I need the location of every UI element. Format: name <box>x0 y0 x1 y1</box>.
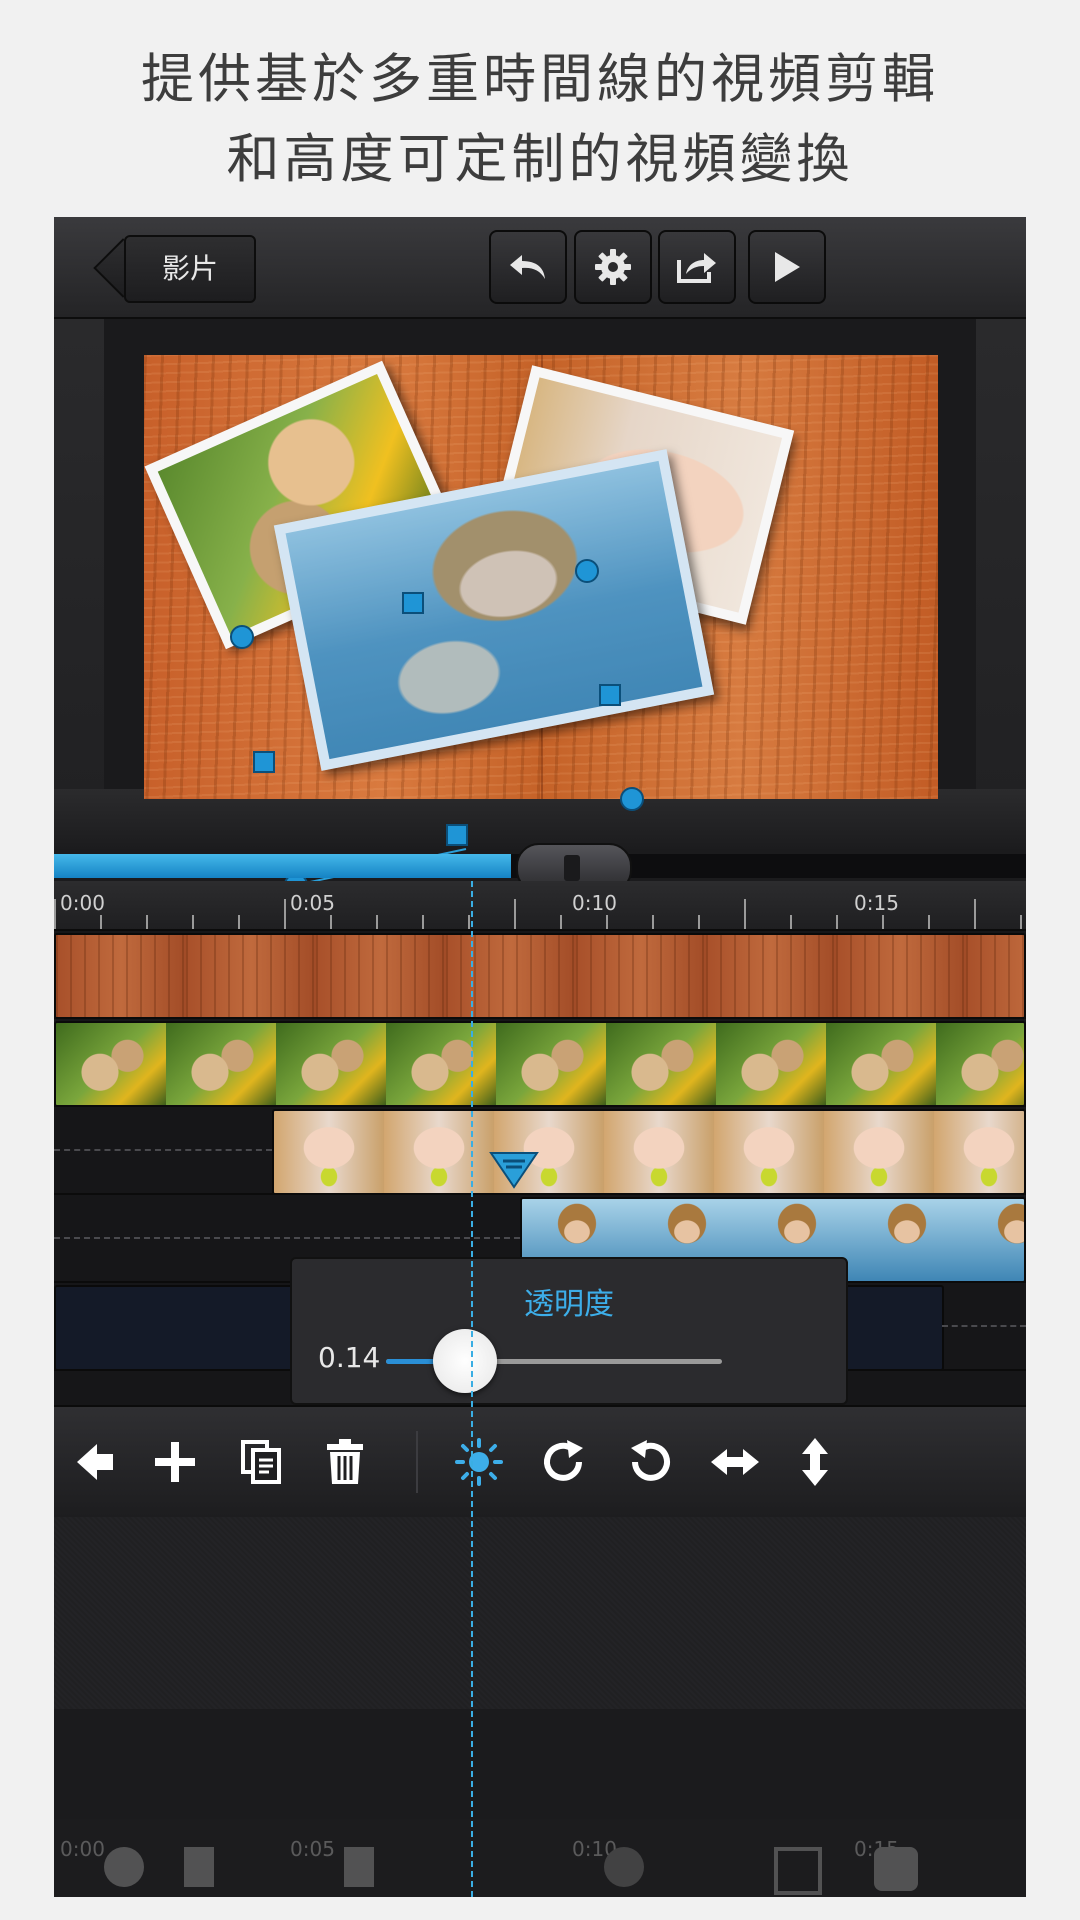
handle-top-left[interactable] <box>230 625 254 649</box>
handle-left-mid[interactable] <box>253 751 275 773</box>
track-2[interactable] <box>54 1017 1026 1107</box>
clip-thumbnail <box>166 1023 278 1105</box>
clip-thumbnail <box>962 1199 1024 1281</box>
rotate-left-button[interactable] <box>614 1427 684 1497</box>
rotate-left-icon <box>631 1440 670 1481</box>
back-arrow-icon <box>77 1444 113 1480</box>
opacity-value: 0.14 <box>318 1341 381 1374</box>
clip-thumbnail <box>934 1111 1024 1193</box>
handle-top-mid[interactable] <box>402 592 424 614</box>
brightness-tool-button[interactable] <box>444 1427 514 1497</box>
ruler-tick <box>146 915 148 929</box>
handle-bottom-mid[interactable] <box>446 824 468 846</box>
duplicate-button[interactable] <box>226 1427 296 1497</box>
flip-horizontal-button[interactable] <box>700 1427 770 1497</box>
add-clip-button[interactable] <box>140 1427 210 1497</box>
ruler-tick <box>744 899 746 929</box>
ghost-ruler-strip: 0:00 0:05 0:10 0:15 <box>54 1819 1026 1897</box>
clip-thumbnail <box>186 935 318 1017</box>
ruler-label: 0:05 <box>290 891 335 915</box>
ruler-tick <box>606 915 608 929</box>
clip-thumbnail <box>386 1023 498 1105</box>
promo-caption: 提供基於多重時間線的視頻剪輯 和高度可定制的視頻變換 <box>0 40 1080 200</box>
selection-overlay <box>230 559 644 897</box>
clip-thumbnail <box>824 1111 936 1193</box>
handle-right-mid[interactable] <box>599 684 621 706</box>
handle-bottom-right[interactable] <box>620 787 644 811</box>
edit-toolbar <box>54 1405 1026 1517</box>
ruler-tick <box>928 915 930 929</box>
ruler-tick <box>284 899 286 929</box>
brightness-icon <box>455 1438 503 1486</box>
track-background[interactable] <box>54 929 1026 1019</box>
ruler-tick <box>560 915 562 929</box>
ruler-tick <box>514 899 516 929</box>
clip-thumbnail <box>716 1023 828 1105</box>
ruler-tick <box>974 899 976 929</box>
ruler-tick <box>192 915 194 929</box>
clip-wood[interactable] <box>54 933 1026 1019</box>
rotate-right-icon <box>544 1440 583 1481</box>
clip-thumbnail <box>496 1023 608 1105</box>
ruler-tick <box>836 915 838 929</box>
clip-thumbnail <box>384 1111 496 1193</box>
clip-thumbnail <box>606 1023 718 1105</box>
ruler-tick <box>652 915 654 929</box>
app-screen: 影片 0:00 0:05 0:10 0:15 透明度 0.14 0:00 0:0… <box>54 217 1026 1897</box>
ruler-tick <box>698 915 700 929</box>
copy-icon <box>241 1440 281 1484</box>
opacity-slider[interactable] <box>386 1329 722 1393</box>
rotate-right-button[interactable] <box>530 1427 600 1497</box>
track-3[interactable] <box>54 1105 1026 1195</box>
clip-thumbnail <box>836 935 968 1017</box>
ruler-label: 0:00 <box>60 891 105 915</box>
ruler-tick <box>376 915 378 929</box>
clip-thumbnail <box>576 935 708 1017</box>
clip-girl-eating[interactable] <box>272 1109 1026 1195</box>
opacity-slider-knob[interactable] <box>433 1329 498 1393</box>
caption-line-2: 和高度可定制的視頻變換 <box>226 129 854 190</box>
ruler-tick <box>238 915 240 929</box>
clip-thumbnail <box>316 935 448 1017</box>
ruler-tick <box>882 915 884 929</box>
ruler-tick <box>468 915 470 929</box>
clip-thumbnail <box>604 1111 716 1193</box>
opacity-title: 透明度 <box>524 1287 614 1322</box>
back-tool-button[interactable] <box>60 1427 130 1497</box>
clip-thumbnail <box>274 1111 386 1193</box>
progress-fill <box>54 854 511 878</box>
ruler-label: 0:15 <box>854 891 899 915</box>
clip-thumbnail <box>966 935 1024 1017</box>
clip-boy-teddy[interactable] <box>54 1021 1026 1107</box>
plus-icon <box>155 1442 195 1482</box>
opacity-panel: 透明度 0.14 <box>290 1257 848 1405</box>
time-ruler[interactable]: 0:00 0:05 0:10 0:15 <box>54 881 1026 929</box>
caption-line-1: 提供基於多重時間線的視頻剪輯 <box>141 49 939 110</box>
clip-thumbnail <box>936 1023 1024 1105</box>
ruler-label: 0:10 <box>572 891 617 915</box>
handle-top-right[interactable] <box>575 559 599 583</box>
ruler-tick <box>1020 915 1022 929</box>
clip-thumbnail <box>706 935 838 1017</box>
ruler-tick <box>54 899 56 929</box>
flip-vertical-button[interactable] <box>780 1427 850 1497</box>
clip-thumbnail <box>826 1023 938 1105</box>
ruler-tick <box>100 915 102 929</box>
ruler-tick <box>790 915 792 929</box>
clip-thumbnail <box>852 1199 964 1281</box>
trash-icon <box>327 1439 363 1484</box>
clip-thumbnail <box>56 935 188 1017</box>
flip-horizontal-icon <box>711 1449 759 1475</box>
clip-thumbnail <box>714 1111 826 1193</box>
clip-thumbnail <box>56 1023 168 1105</box>
transition-marker-down[interactable] <box>489 1151 539 1189</box>
ruler-tick <box>422 915 424 929</box>
flip-vertical-icon <box>802 1438 828 1486</box>
clip-thumbnail <box>446 935 578 1017</box>
playhead[interactable] <box>471 881 473 1897</box>
ruler-tick <box>330 915 332 929</box>
clip-thumbnail <box>276 1023 388 1105</box>
delete-button[interactable] <box>310 1427 380 1497</box>
